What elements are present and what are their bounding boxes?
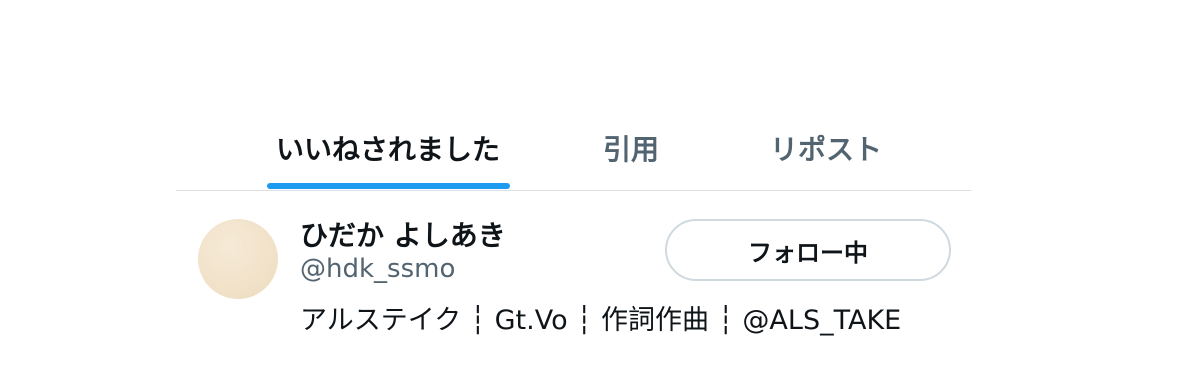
avatar[interactable] [198, 219, 278, 299]
tab-bar: いいねされました 引用 リポスト [176, 118, 971, 191]
user-display-name[interactable]: ひだか よしあき [300, 214, 506, 254]
user-handle: @hdk_ssmo [300, 254, 456, 284]
likes-page: いいねされました 引用 リポスト ひだか よしあき @hdk_ssmo アルステ… [0, 0, 1178, 392]
tab-liked[interactable]: いいねされました [266, 118, 510, 190]
tab-reposts[interactable]: リポスト [736, 118, 916, 190]
tab-quotes[interactable]: 引用 [556, 118, 706, 190]
user-bio: アルステイク ┆ Gt.Vo ┆ 作詞作曲 ┆ @ALS_TAKE [300, 305, 902, 336]
following-button[interactable]: フォロー中 [665, 219, 951, 281]
active-tab-indicator [267, 183, 510, 189]
